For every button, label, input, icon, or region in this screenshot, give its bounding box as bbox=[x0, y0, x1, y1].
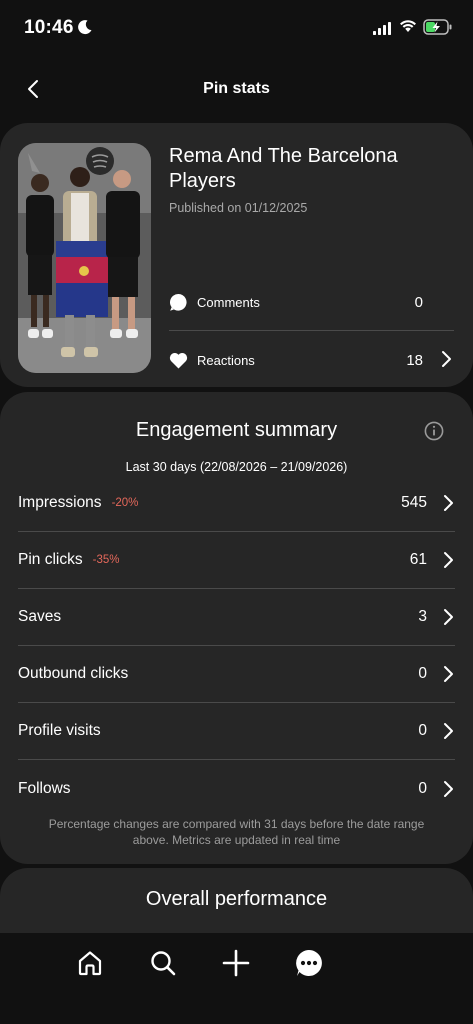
metric-label: Impressions bbox=[18, 494, 102, 511]
pin-photo bbox=[18, 143, 151, 373]
comments-row[interactable]: Comments 0 bbox=[169, 275, 454, 331]
chevron-right-icon bbox=[443, 665, 455, 683]
nav-create[interactable] bbox=[216, 943, 256, 983]
wifi-icon bbox=[400, 20, 416, 32]
metric-value: 61 bbox=[409, 551, 427, 568]
nav-messages[interactable] bbox=[289, 943, 329, 983]
bottom-nav bbox=[0, 933, 473, 1024]
metric-value: 545 bbox=[401, 494, 427, 511]
status-bar: 10:46 bbox=[0, 0, 473, 56]
metric-value: 0 bbox=[418, 722, 427, 739]
moon-icon bbox=[78, 20, 92, 35]
metric-value: 0 bbox=[418, 779, 427, 797]
comments-value: 0 bbox=[414, 294, 423, 311]
chevron-right-icon bbox=[443, 551, 455, 569]
reactions-value: 18 bbox=[406, 351, 423, 369]
metric-label: Pin clicks bbox=[18, 551, 83, 568]
chevron-right-icon bbox=[443, 494, 455, 512]
page-title: Pin stats bbox=[203, 80, 270, 97]
metric-change: -20% bbox=[111, 497, 139, 509]
nav-home[interactable] bbox=[70, 943, 110, 983]
metric-row-outbound-clicks[interactable]: Outbound clicks 0 bbox=[18, 646, 455, 703]
chevron-right-icon bbox=[443, 608, 455, 626]
comment-icon bbox=[169, 293, 188, 312]
engagement-summary-card: Engagement summary Last 30 days (22/08/2… bbox=[0, 392, 473, 864]
metric-row-follows[interactable]: Follows 0 bbox=[18, 760, 455, 817]
metric-label: Saves bbox=[18, 608, 62, 625]
chevron-right-icon bbox=[443, 722, 455, 740]
engagement-title: Engagement summary bbox=[135, 419, 338, 441]
battery-charging-icon bbox=[423, 19, 452, 35]
signal-icon bbox=[373, 22, 391, 35]
metric-value: 3 bbox=[418, 608, 427, 625]
metric-value: 0 bbox=[418, 665, 427, 682]
comments-label: Comments bbox=[197, 295, 260, 310]
nav-bar: Pin stats bbox=[0, 56, 473, 122]
metric-row-saves[interactable]: Saves 3 bbox=[18, 589, 455, 646]
metric-row-impressions[interactable]: Impressions -20% 545 bbox=[18, 475, 455, 532]
nav-search[interactable] bbox=[143, 943, 183, 983]
home-icon bbox=[78, 951, 102, 976]
plus-icon bbox=[222, 949, 250, 977]
heart-icon bbox=[169, 351, 188, 370]
metric-label: Profile visits bbox=[18, 722, 101, 739]
metric-label: Follows bbox=[18, 779, 71, 797]
pin-image[interactable] bbox=[18, 143, 151, 373]
pin-summary-card: Rema And The Barcelona Players Published… bbox=[0, 123, 473, 387]
search-icon bbox=[151, 951, 176, 976]
metric-change: -35% bbox=[92, 554, 120, 566]
date-range: Last 30 days (22/08/2026 – 21/09/2026) bbox=[125, 460, 348, 474]
chevron-right-icon[interactable] bbox=[441, 350, 453, 368]
status-time: 10:46 bbox=[24, 17, 74, 38]
chevron-right-icon bbox=[443, 780, 455, 798]
reactions-label: Reactions bbox=[197, 352, 255, 368]
pin-title: Rema And The Barcelona Players bbox=[169, 145, 398, 192]
pin-published-date: Published on 01/12/2025 bbox=[169, 201, 308, 215]
overall-title: Overall performance bbox=[145, 888, 328, 910]
metric-row-pin-clicks[interactable]: Pin clicks -35% 61 bbox=[18, 532, 455, 589]
info-icon[interactable] bbox=[424, 421, 444, 441]
reactions-row[interactable]: Reactions 18 bbox=[169, 332, 454, 388]
metric-row-profile-visits[interactable]: Profile visits 0 bbox=[18, 703, 455, 760]
engagement-note: Percentage changes are compared with 31 … bbox=[48, 817, 425, 847]
home-indicator bbox=[0, 994, 473, 1024]
metric-label: Outbound clicks bbox=[18, 665, 129, 682]
messages-icon bbox=[296, 950, 322, 976]
